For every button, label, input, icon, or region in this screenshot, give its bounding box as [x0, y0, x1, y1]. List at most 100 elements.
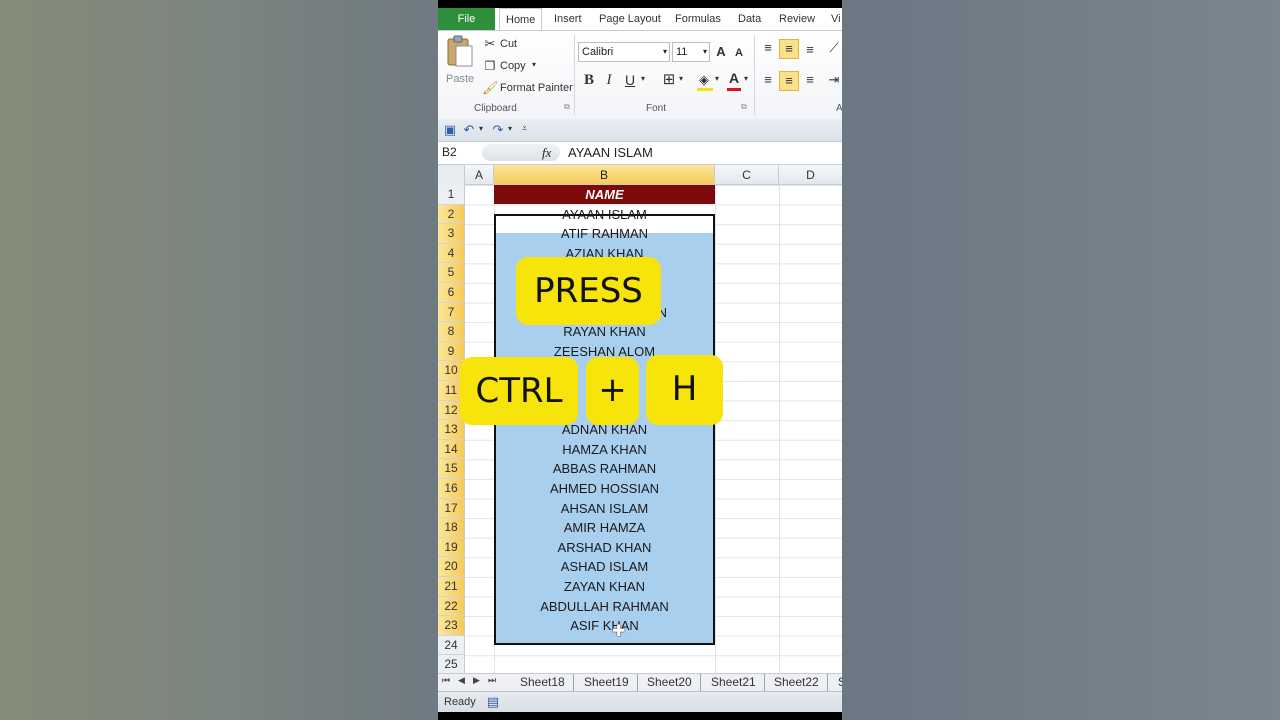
- row-header[interactable]: 1: [438, 185, 465, 205]
- chevron-down-icon[interactable]: ▾: [744, 74, 748, 83]
- sheet-tab[interactable]: Sheet19: [576, 674, 638, 691]
- align-top-icon[interactable]: ≡: [760, 39, 776, 57]
- sheet-tab[interactable]: Sheet22: [766, 674, 828, 691]
- orientation-icon[interactable]: ⟋: [826, 39, 842, 57]
- cell-name[interactable]: RAYAN KHAN: [494, 322, 715, 342]
- row-header[interactable]: 4: [438, 243, 465, 264]
- font-size-box[interactable]: 11 ▾: [672, 42, 710, 62]
- tab-page-layout[interactable]: Page Layout: [599, 8, 661, 30]
- column-header-a[interactable]: A: [465, 165, 494, 185]
- row-header[interactable]: 25: [438, 655, 465, 673]
- formula-input[interactable]: AYAAN ISLAM: [568, 142, 653, 163]
- name-box[interactable]: B2: [438, 142, 486, 163]
- status-bar: Ready ▤: [438, 691, 842, 712]
- font-size-value: 11: [676, 46, 688, 58]
- tab-home[interactable]: Home: [499, 8, 543, 30]
- align-center-button[interactable]: ≡: [779, 71, 799, 91]
- cell-name[interactable]: ABBAS RAHMAN: [494, 459, 715, 479]
- indent-icon[interactable]: ⇥: [826, 71, 842, 89]
- fill-color-button[interactable]: ◈: [696, 71, 716, 91]
- row-header[interactable]: 2: [438, 204, 465, 225]
- cell-name[interactable]: ABDULLAH RAHMAN: [494, 597, 715, 617]
- chevron-down-icon[interactable]: ▾: [715, 74, 719, 83]
- row-header[interactable]: 6: [438, 283, 465, 303]
- row-header[interactable]: 24: [438, 635, 465, 656]
- tab-review[interactable]: Review: [779, 8, 815, 30]
- row-header[interactable]: 18: [438, 518, 465, 538]
- borders-icon[interactable]: ⊞: [660, 71, 678, 89]
- macro-record-icon[interactable]: ▤: [484, 693, 502, 711]
- align-left-icon[interactable]: ≡: [760, 71, 776, 89]
- row-header[interactable]: 9: [438, 341, 465, 362]
- save-icon[interactable]: ▣: [442, 121, 458, 139]
- sheet-tab[interactable]: Sheet21: [703, 674, 765, 691]
- chevron-down-icon[interactable]: ▾: [641, 74, 645, 83]
- column-header-b[interactable]: B: [494, 165, 715, 185]
- sheet-tab[interactable]: Sheet18: [512, 674, 574, 691]
- cell-name[interactable]: ZAYAN KHAN: [494, 577, 715, 597]
- redo-icon[interactable]: ↷: [490, 121, 506, 139]
- chevron-down-icon[interactable]: ▾: [679, 74, 683, 83]
- undo-icon[interactable]: ↶: [461, 121, 477, 139]
- customize-toolbar-icon[interactable]: ⩡: [522, 123, 527, 134]
- row-header[interactable]: 8: [438, 322, 465, 342]
- row-header[interactable]: 13: [438, 420, 465, 440]
- align-right-icon[interactable]: ≡: [802, 71, 818, 89]
- underline-button[interactable]: U: [622, 71, 638, 89]
- cell-name[interactable]: AYAAN ISLAM: [494, 205, 715, 225]
- last-sheet-icon[interactable]: ⏭: [488, 675, 496, 686]
- cell-name[interactable]: HAMZA KHAN: [494, 440, 715, 460]
- row-header[interactable]: 19: [438, 537, 465, 558]
- cell-name[interactable]: AHSAN ISLAM: [494, 499, 715, 519]
- row-header[interactable]: 22: [438, 596, 465, 617]
- align-bottom-icon[interactable]: ≡: [802, 41, 818, 59]
- align-middle-button[interactable]: ≡: [779, 39, 799, 59]
- row-header[interactable]: 16: [438, 479, 465, 499]
- paste-button[interactable]: Paste: [444, 35, 476, 91]
- cell-name[interactable]: ARSHAD KHAN: [494, 538, 715, 558]
- tab-view[interactable]: Vi: [831, 8, 841, 30]
- format-painter-button[interactable]: 🖌 Format Painter: [482, 80, 574, 97]
- sheet-tab[interactable]: Sheet20: [639, 674, 701, 691]
- row-header[interactable]: 20: [438, 557, 465, 577]
- row-header[interactable]: 7: [438, 302, 465, 323]
- font-color-button[interactable]: A: [726, 69, 744, 91]
- tab-insert[interactable]: Insert: [554, 8, 582, 30]
- row-header[interactable]: 3: [438, 224, 465, 244]
- italic-button[interactable]: I: [601, 71, 617, 89]
- copy-button[interactable]: ❐ Copy ▾: [482, 59, 562, 75]
- paste-icon: [447, 35, 473, 67]
- sheet-tab[interactable]: S: [830, 674, 842, 691]
- cell-name[interactable]: ASHAD ISLAM: [494, 557, 715, 577]
- chevron-down-icon[interactable]: ▾: [479, 124, 483, 133]
- cell-name[interactable]: AMIR HAMZA: [494, 518, 715, 538]
- row-header[interactable]: 21: [438, 577, 465, 597]
- cell-name[interactable]: ATIF RAHMAN: [494, 224, 715, 244]
- column-header-c[interactable]: C: [715, 165, 779, 185]
- select-all-corner[interactable]: [438, 165, 465, 186]
- column-header-d[interactable]: D: [779, 165, 842, 185]
- shrink-font-icon[interactable]: A: [732, 44, 746, 62]
- tab-formulas[interactable]: Formulas: [675, 8, 721, 30]
- row-header[interactable]: 17: [438, 498, 465, 519]
- tab-data[interactable]: Data: [738, 8, 761, 30]
- row-header[interactable]: 23: [438, 616, 465, 636]
- row-header[interactable]: 5: [438, 263, 465, 283]
- first-sheet-icon[interactable]: ⏮: [442, 675, 450, 686]
- grow-font-icon[interactable]: A: [714, 43, 728, 61]
- cell-name[interactable]: AHMED HOSSIAN: [494, 479, 715, 499]
- chevron-down-icon[interactable]: ▾: [508, 124, 512, 133]
- tab-file[interactable]: File: [438, 8, 495, 30]
- clipboard-launcher-icon[interactable]: ⧉: [564, 102, 570, 112]
- row-header[interactable]: 15: [438, 459, 465, 479]
- row-header[interactable]: 14: [438, 439, 465, 460]
- font-name-box[interactable]: Calibri ▾: [578, 42, 670, 62]
- prev-sheet-icon[interactable]: ◀: [458, 675, 465, 686]
- header-cell-name[interactable]: NAME: [494, 185, 715, 204]
- cell-name[interactable]: ASIF KHAN: [494, 616, 715, 636]
- fx-icon[interactable]: fx: [542, 142, 551, 163]
- font-launcher-icon[interactable]: ⧉: [741, 102, 747, 112]
- cut-button[interactable]: ✂ Cut: [482, 36, 562, 53]
- bold-button[interactable]: B: [581, 71, 597, 89]
- next-sheet-icon[interactable]: ▶: [473, 675, 480, 686]
